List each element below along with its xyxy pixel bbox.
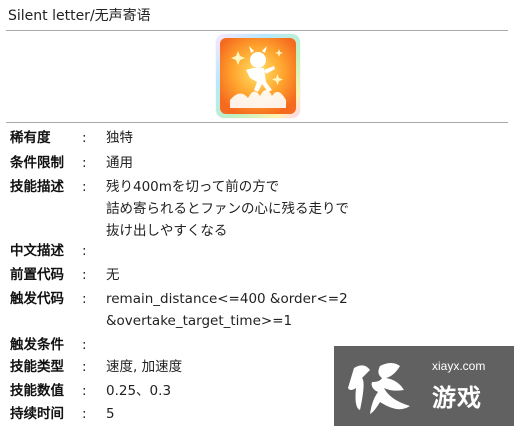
page-title: Silent letter/无声寄语 — [8, 8, 151, 24]
info-row-colon: : — [82, 406, 87, 422]
info-row-colon: : — [82, 267, 87, 283]
info-row-value: 5 — [106, 403, 115, 425]
info-row-value: remain_distance<=400 &order<=2 &overtake_… — [106, 288, 348, 332]
info-row-value-line: 无 — [106, 267, 120, 283]
info-row-label: 技能数值 — [10, 383, 64, 399]
info-row-value-line: 通用 — [106, 155, 133, 171]
info-row-value: 无 — [106, 264, 120, 286]
watermark-name: 游戏 — [432, 384, 482, 412]
info-row-value-line: 抜け出しやすくなる — [106, 223, 228, 239]
info-row-value-line: 速度, 加速度 — [106, 359, 183, 375]
info-row-value-line: 詰め寄られるとファンの心に残る走りで — [106, 201, 349, 217]
skill-icon-frame — [216, 34, 300, 118]
info-row-label: 前置代码 — [10, 267, 64, 283]
info-row-label: 技能类型 — [10, 359, 64, 375]
info-row-value-line: &overtake_target_time>=1 — [106, 313, 293, 329]
info-row-colon: : — [82, 179, 87, 195]
info-row-value-line: 独特 — [106, 130, 133, 146]
info-row-label: 触发条件 — [10, 337, 64, 353]
watermark-site: xiayx.com — [432, 359, 486, 373]
icon-divider — [6, 122, 508, 123]
info-row-colon: : — [82, 291, 87, 307]
info-row-value-line: remain_distance<=400 &order<=2 — [106, 291, 348, 307]
info-row-label: 稀有度 — [10, 130, 51, 146]
info-row-colon: : — [82, 337, 87, 353]
info-row-value: 速度, 加速度 — [106, 356, 182, 378]
info-row-value-line: 0.25、0.3 — [106, 383, 172, 399]
info-row-value-line: 5 — [106, 406, 115, 422]
info-row-label: 中文描述 — [10, 243, 64, 259]
info-row-label: 技能描述 — [10, 179, 64, 195]
info-row-value: 独特 — [106, 127, 133, 149]
info-row-value: 0.25、0.3 — [106, 380, 171, 402]
skill-icon — [220, 38, 296, 114]
info-row-value-line: 残り400mを切って前の方で — [106, 179, 280, 195]
info-row-label: 条件限制 — [10, 155, 64, 171]
info-row-colon: : — [82, 383, 87, 399]
info-row-colon: : — [82, 155, 87, 171]
watermark: xiayx.com 游戏 — [334, 346, 514, 426]
info-row-value: 通用 — [106, 152, 133, 174]
info-row-colon: : — [82, 243, 87, 259]
info-row-colon: : — [82, 130, 87, 146]
info-row-label: 持续时间 — [10, 406, 64, 422]
info-row-value: 残り400mを切って前の方で詰め寄られるとファンの心に残る走りで 抜け出しやすくな… — [106, 176, 349, 242]
watermark-logo-icon — [348, 363, 410, 414]
title-divider — [6, 30, 508, 31]
info-row-label: 触发代码 — [10, 291, 64, 307]
info-row-colon: : — [82, 359, 87, 375]
